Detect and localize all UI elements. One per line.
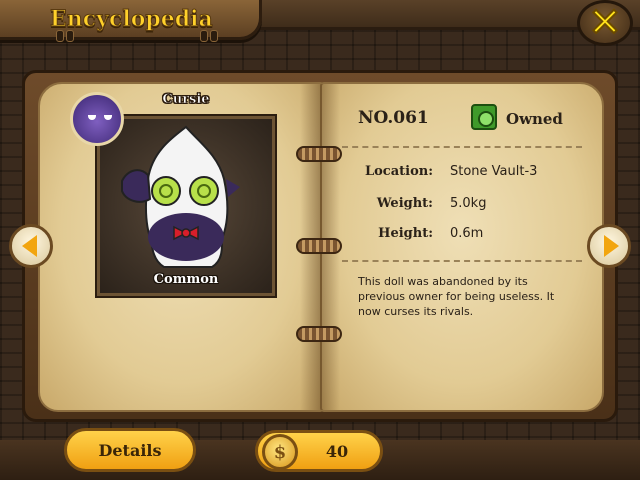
next-page-button[interactable]	[587, 224, 631, 268]
creature-number: NO.061	[358, 108, 429, 128]
details-button[interactable]: Details	[64, 428, 196, 472]
creature-rarity: Common	[153, 272, 219, 287]
owned-badge-icon	[471, 104, 497, 130]
right-page	[320, 82, 604, 412]
creature-description: This doll was abandoned by its previous …	[358, 275, 555, 318]
cursie-figure-icon	[121, 125, 240, 268]
rivet-icon	[200, 30, 208, 42]
coin-count: 40	[325, 442, 349, 461]
page-title: Encyclopedia	[50, 5, 214, 32]
binding-ring-icon	[296, 326, 342, 342]
prev-page-button[interactable]	[9, 224, 53, 268]
stat-label-location: Location:	[364, 164, 433, 179]
creature-portrait	[95, 114, 277, 298]
coin-icon: $	[262, 434, 298, 470]
stat-label-height: Height:	[378, 226, 433, 241]
rivet-icon	[56, 30, 64, 42]
close-x-icon: ✕	[587, 0, 622, 46]
stat-value-height: 0.6m	[450, 226, 484, 241]
stat-value-location: Stone Vault-3	[450, 164, 538, 179]
rivet-icon	[66, 30, 74, 42]
cursie-avatar-icon	[70, 92, 124, 146]
creature-name: Cursie	[162, 92, 210, 108]
owned-status: Owned	[506, 110, 563, 128]
details-label: Details	[98, 440, 162, 460]
arrow-right-icon	[603, 235, 619, 257]
rivet-icon	[210, 30, 218, 42]
divider	[342, 146, 582, 148]
stat-label-weight: Weight:	[376, 196, 433, 211]
close-button[interactable]: ✕	[577, 0, 633, 46]
title-plate: Encyclopedia	[0, 0, 262, 42]
binding-ring-icon	[296, 146, 342, 162]
divider	[342, 260, 582, 262]
stat-value-weight: 5.0kg	[450, 196, 487, 211]
arrow-left-icon	[21, 235, 37, 257]
